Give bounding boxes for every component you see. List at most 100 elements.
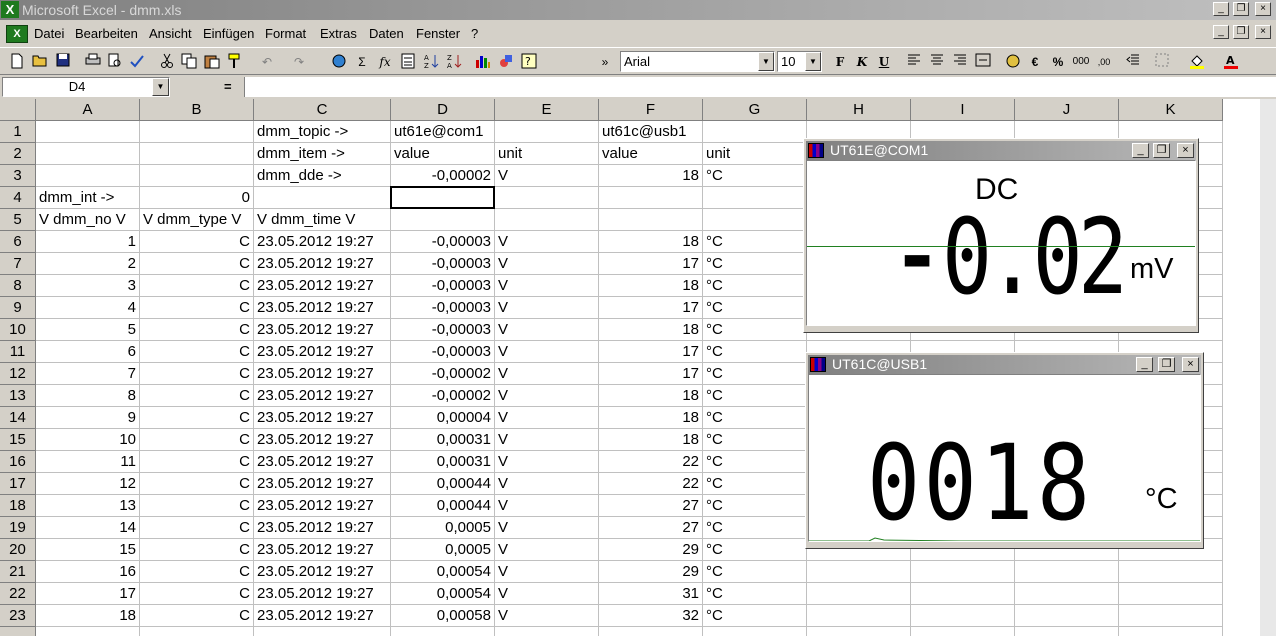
- cell-d19[interactable]: 0,0005: [391, 517, 495, 539]
- cell-b5[interactable]: V dmm_type V: [140, 209, 254, 231]
- restore-button[interactable]: ❐: [1233, 2, 1249, 16]
- cell-d1[interactable]: ut61e@com1: [391, 121, 495, 143]
- cell-j23[interactable]: [1015, 605, 1119, 627]
- close-button[interactable]: ×: [1255, 2, 1271, 16]
- row-header[interactable]: 14: [0, 407, 36, 429]
- cell-partial[interactable]: [1015, 627, 1119, 636]
- cell-a15[interactable]: 10: [36, 429, 140, 451]
- cell-f14[interactable]: 18: [599, 407, 703, 429]
- cell-b18[interactable]: C: [140, 495, 254, 517]
- cell-c5[interactable]: V dmm_time V: [254, 209, 391, 231]
- maximize-button[interactable]: ❐: [1158, 357, 1175, 372]
- cell-f3[interactable]: 18: [599, 165, 703, 187]
- menu-daten[interactable]: Daten: [369, 26, 404, 41]
- row-header[interactable]: 10: [0, 319, 36, 341]
- cell-g13[interactable]: °C: [703, 385, 807, 407]
- cell-g17[interactable]: °C: [703, 473, 807, 495]
- cell-a18[interactable]: 13: [36, 495, 140, 517]
- dmm-window-titlebar[interactable]: UT61E@COM1 _ ❐ ×: [806, 141, 1196, 160]
- cell-b19[interactable]: C: [140, 517, 254, 539]
- select-all-corner[interactable]: [0, 99, 36, 121]
- cell-g18[interactable]: °C: [703, 495, 807, 517]
- cell-k23[interactable]: [1119, 605, 1223, 627]
- align-left-icon[interactable]: [905, 53, 923, 71]
- cell-a1[interactable]: [36, 121, 140, 143]
- cell-e10[interactable]: V: [495, 319, 599, 341]
- function-icon[interactable]: fx: [376, 53, 394, 71]
- cell-f20[interactable]: 29: [599, 539, 703, 561]
- menu-extras[interactable]: Extras: [320, 26, 357, 41]
- cell-c3[interactable]: dmm_dde ->: [254, 165, 391, 187]
- cell-e3[interactable]: V: [495, 165, 599, 187]
- cell-e18[interactable]: V: [495, 495, 599, 517]
- print-icon[interactable]: [84, 53, 102, 71]
- dmm-window-ut61e[interactable]: UT61E@COM1 _ ❐ × DC - 0.02 mV: [803, 138, 1199, 333]
- cell-c4[interactable]: [254, 187, 391, 209]
- cell-f13[interactable]: 18: [599, 385, 703, 407]
- row-header[interactable]: 1: [0, 121, 36, 143]
- cell-g3[interactable]: °C: [703, 165, 807, 187]
- row-header[interactable]: 7: [0, 253, 36, 275]
- cell-a5[interactable]: V dmm_no V: [36, 209, 140, 231]
- cell-h22[interactable]: [807, 583, 911, 605]
- cell-f21[interactable]: 29: [599, 561, 703, 583]
- help-assistant-icon[interactable]: ?: [520, 53, 538, 71]
- cell-partial[interactable]: [599, 627, 703, 636]
- row-header[interactable]: 8: [0, 275, 36, 297]
- cell-f4[interactable]: [599, 187, 703, 209]
- cell-a14[interactable]: 9: [36, 407, 140, 429]
- minimize-button[interactable]: _: [1136, 357, 1153, 372]
- cell-g15[interactable]: °C: [703, 429, 807, 451]
- cell-b15[interactable]: C: [140, 429, 254, 451]
- cell-d2[interactable]: value: [391, 143, 495, 165]
- cell-b10[interactable]: C: [140, 319, 254, 341]
- cell-b13[interactable]: C: [140, 385, 254, 407]
- cell-f9[interactable]: 17: [599, 297, 703, 319]
- document-icon[interactable]: X: [6, 25, 28, 43]
- dmm-window-titlebar[interactable]: UT61C@USB1 _ ❐ ×: [808, 355, 1201, 374]
- row-header[interactable]: 11: [0, 341, 36, 363]
- cell-b11[interactable]: C: [140, 341, 254, 363]
- menu-fenster[interactable]: Fenster: [416, 26, 460, 41]
- cell-f6[interactable]: 18: [599, 231, 703, 253]
- column-header-a[interactable]: A: [36, 99, 140, 121]
- autosum-icon[interactable]: Σ: [353, 53, 371, 71]
- cell-i22[interactable]: [911, 583, 1015, 605]
- cell-a6[interactable]: 1: [36, 231, 140, 253]
- cell-d16[interactable]: 0,00031: [391, 451, 495, 473]
- cell-g20[interactable]: °C: [703, 539, 807, 561]
- cell-d13[interactable]: -0,00002: [391, 385, 495, 407]
- menu-datei[interactable]: Datei: [34, 26, 64, 41]
- cell-e13[interactable]: V: [495, 385, 599, 407]
- cell-g23[interactable]: °C: [703, 605, 807, 627]
- cell-partial[interactable]: [254, 627, 391, 636]
- borders-icon[interactable]: [1153, 53, 1171, 71]
- row-header[interactable]: 15: [0, 429, 36, 451]
- row-header[interactable]: 5: [0, 209, 36, 231]
- cell-b7[interactable]: C: [140, 253, 254, 275]
- cell-c8[interactable]: 23.05.2012 19:27: [254, 275, 391, 297]
- spelling-icon[interactable]: [128, 53, 146, 71]
- cell-c6[interactable]: 23.05.2012 19:27: [254, 231, 391, 253]
- cell-e16[interactable]: V: [495, 451, 599, 473]
- equals-sign[interactable]: =: [224, 79, 232, 94]
- maximize-button[interactable]: ❐: [1153, 143, 1170, 158]
- bold-button[interactable]: F: [831, 53, 849, 71]
- increase-decimal-button[interactable]: ,00: [1095, 53, 1113, 71]
- column-header-g[interactable]: G: [703, 99, 807, 121]
- cell-e21[interactable]: V: [495, 561, 599, 583]
- toolbar-overflow-icon[interactable]: »: [600, 53, 610, 71]
- cell-e5[interactable]: [495, 209, 599, 231]
- cell-b22[interactable]: C: [140, 583, 254, 605]
- open-folder-icon[interactable]: [31, 53, 49, 71]
- percent-style-button[interactable]: %: [1049, 53, 1067, 71]
- cell-g19[interactable]: °C: [703, 517, 807, 539]
- row-header[interactable]: 3: [0, 165, 36, 187]
- cell-g12[interactable]: °C: [703, 363, 807, 385]
- doc-restore-button[interactable]: ❐: [1233, 25, 1249, 39]
- cell-e23[interactable]: V: [495, 605, 599, 627]
- cell-d12[interactable]: -0,00002: [391, 363, 495, 385]
- cell-c18[interactable]: 23.05.2012 19:27: [254, 495, 391, 517]
- cell-b23[interactable]: C: [140, 605, 254, 627]
- cell-e15[interactable]: V: [495, 429, 599, 451]
